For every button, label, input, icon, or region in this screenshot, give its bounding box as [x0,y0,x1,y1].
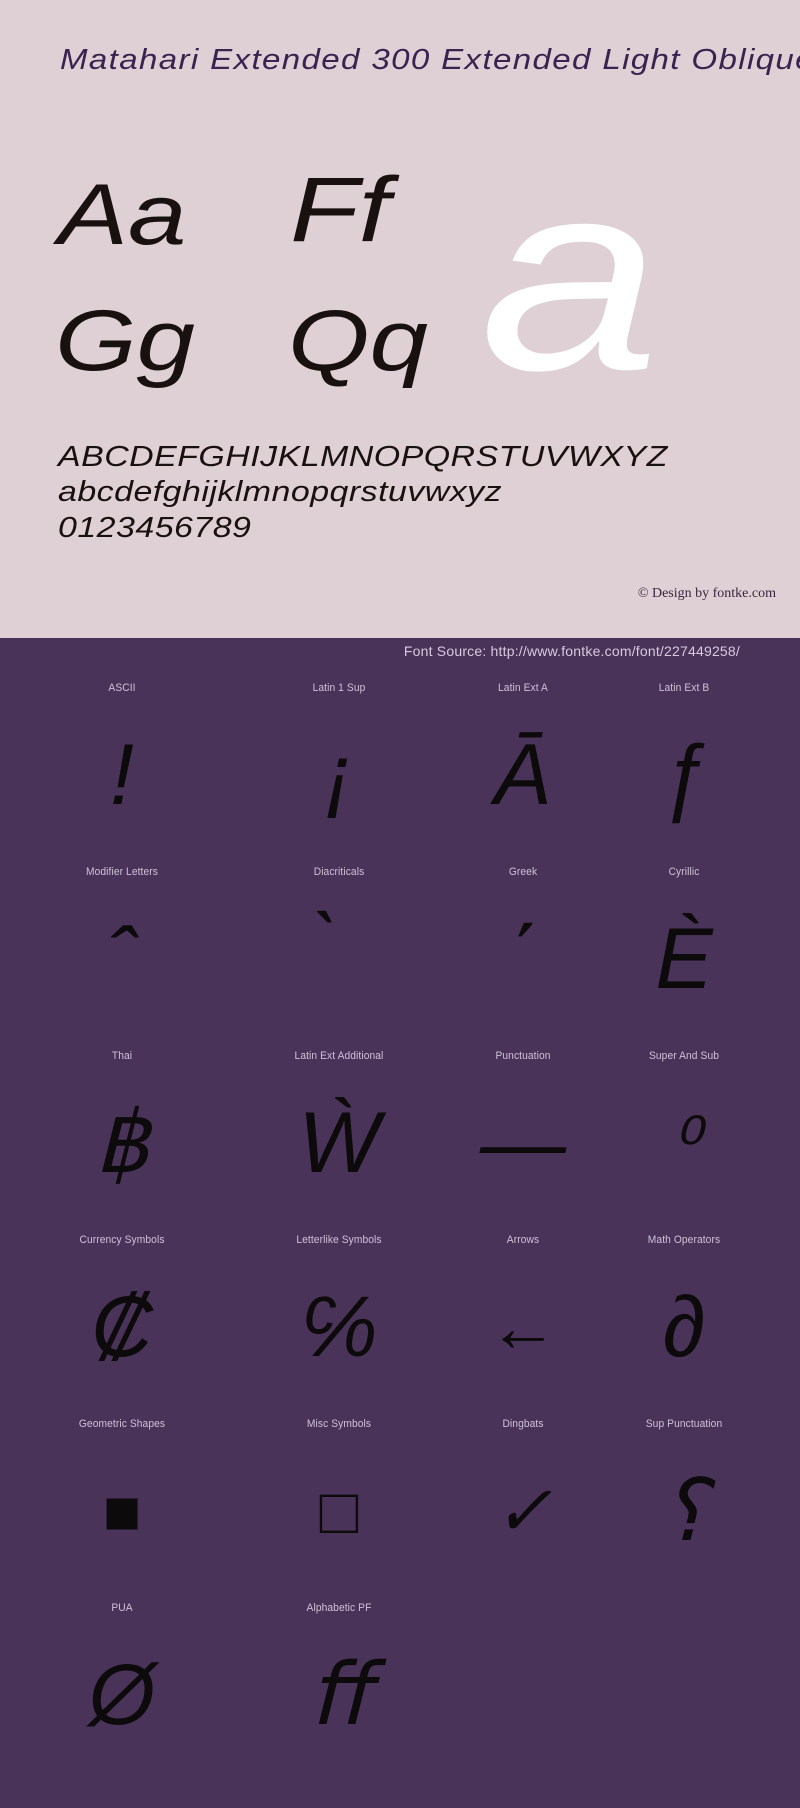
block-cell-misc-symbols[interactable]: Misc Symbols □ [239,1408,439,1592]
block-label: Latin Ext Additional [294,1050,384,1062]
block-label: Letterlike Symbols [296,1234,382,1246]
block-cell-diacriticals[interactable]: Diacriticals ̀ [239,856,439,1040]
block-label: Alphabetic PF [306,1602,372,1614]
block-glyph: Ẁ [298,1095,380,1191]
block-label: Latin 1 Sup [312,682,366,694]
block-row: Modifier Letters ˆ Diacriticals ̀ Greek … [0,856,800,1040]
block-label: Misc Symbols [306,1418,372,1430]
glyph-large-a: a [480,126,661,427]
block-glyph: ƒ [660,727,708,823]
block-cell-geometric-shapes[interactable]: Geometric Shapes ■ [22,1408,222,1592]
block-cell-modifier-letters[interactable]: Modifier Letters ˆ [22,856,222,1040]
sample-glyph-grid: Aa Ff Gg Qq a [0,142,800,420]
block-label: Latin Ext B [658,682,710,694]
font-specimen-page: Matahari Extended 300 Extended Light Obl… [0,0,800,1808]
block-cell-ascii[interactable]: ASCII ! [22,672,222,856]
block-glyph: ⸮ [661,1463,707,1559]
block-glyph: ฿ [94,1095,150,1191]
block-glyph: ¡ [324,727,354,823]
glyph-pair-f: Ff [290,159,390,261]
alphabet-digits: 0123456789 [58,511,252,544]
block-glyph: ﬀ [309,1647,369,1743]
block-cell-latin-ext-b[interactable]: Latin Ext B ƒ [584,672,784,856]
block-label: Thai [111,1050,133,1062]
block-cell-latin-1-sup[interactable]: Latin 1 Sup ¡ [239,672,439,856]
block-label: ASCII [108,682,136,694]
block-glyph: ∂ [662,1279,706,1375]
block-cell-math-operators[interactable]: Math Operators ∂ [584,1224,784,1408]
block-row: PUA Ø Alphabetic PF ﬀ [0,1592,800,1776]
block-label: PUA [111,1602,133,1614]
block-label: Geometric Shapes [78,1418,166,1430]
block-cell-sup-punctuation[interactable]: Sup Punctuation ⸮ [584,1408,784,1592]
block-row: Currency Symbols ₡ Letterlike Symbols ℅ … [0,1224,800,1408]
block-glyph: Ø [88,1647,156,1743]
block-glyph: ℅ [300,1279,378,1375]
specimen-preview-panel: Matahari Extended 300 Extended Light Obl… [0,0,800,638]
block-label: Sup Punctuation [645,1418,723,1430]
block-row: Geometric Shapes ■ Misc Symbols □ Dingba… [0,1408,800,1592]
glyph-pair-a: Aa [58,167,187,263]
alphabet-uppercase: ABCDEFGHIJKLMNOPQRSTUVWXYZ [58,441,668,473]
block-label: Cyrillic [668,866,700,878]
block-cell-latin-ext-additional[interactable]: Latin Ext Additional Ẁ [239,1040,439,1224]
block-glyph: □ [319,1475,359,1547]
block-glyph: ˆ [107,911,137,1007]
font-source-bar: Font Source: http://www.fontke.com/font/… [0,638,800,670]
block-cell-thai[interactable]: Thai ฿ [22,1040,222,1224]
block-label: Diacriticals [313,866,365,878]
glyph-pair-q: Qq [288,293,428,389]
block-cell-letterlike-symbols[interactable]: Letterlike Symbols ℅ [239,1224,439,1408]
block-row: ASCII ! Latin 1 Sup ¡ Latin Ext A Ā Lati… [0,672,800,856]
block-row: Thai ฿ Latin Ext Additional Ẁ Punctuatio… [0,1040,800,1224]
block-glyph: ̀ [239,884,439,1034]
block-glyph: Ѐ [655,911,713,1007]
alphabet-block: ABCDEFGHIJKLMNOPQRSTUVWXYZ abcdefghijklm… [58,440,778,546]
page-title: Matahari Extended 300 Extended Light Obl… [60,44,800,76]
block-glyph: ■ [102,1475,142,1547]
block-label: Currency Symbols [79,1234,165,1246]
block-cell-pua[interactable]: PUA Ø [22,1592,222,1776]
block-glyph: ₡ [90,1279,154,1375]
block-cell-cyrillic[interactable]: Cyrillic Ѐ [584,856,784,1040]
block-label: Modifier Letters [85,866,158,878]
block-glyph: ⁰ [669,1104,699,1182]
block-cell-currency-symbols[interactable]: Currency Symbols ₡ [22,1224,222,1408]
block-label: Math Operators [647,1234,721,1246]
copyright-notice: © Design by fontke.com [637,586,776,601]
glyph-pair-g: Gg [55,293,195,389]
block-cell-super-and-sub[interactable]: Super And Sub ⁰ [584,1040,784,1224]
font-source-link[interactable]: Font Source: http://www.fontke.com/font/… [404,643,740,659]
unicode-block-grid: ASCII ! Latin 1 Sup ¡ Latin Ext A Ā Lati… [0,672,800,1808]
alphabet-lowercase: abcdefghijklmnopqrstuvwxyz [58,476,503,509]
block-label: Super And Sub [648,1050,720,1062]
block-cell-alphabetic-pf[interactable]: Alphabetic PF ﬀ [239,1592,439,1776]
block-glyph: ! [110,727,134,823]
